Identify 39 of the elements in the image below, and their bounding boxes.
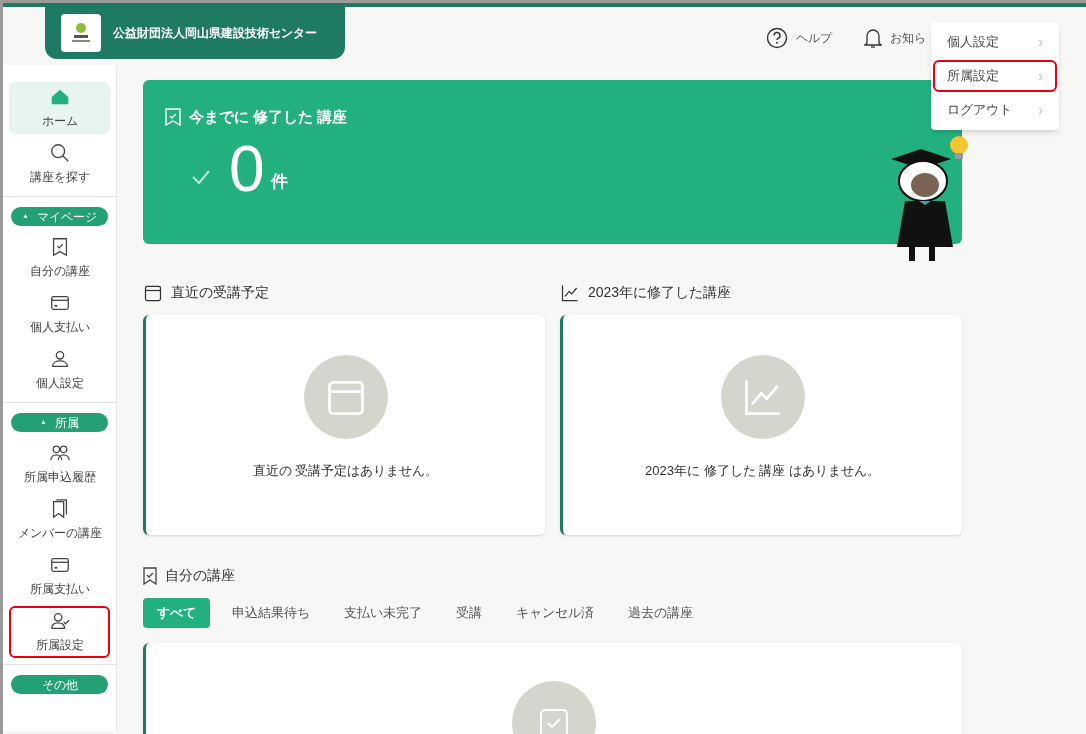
- empty-message: 2023年に 修了した 講座 はありません。: [645, 462, 880, 480]
- summary-title: 今までに 修了した 講座: [189, 107, 348, 127]
- menu-item[interactable]: ログアウト ›: [933, 94, 1057, 126]
- organization-name: 公益財団法人岡山県建設技術センター: [113, 25, 317, 42]
- section-title: 2023年に修了した講座: [588, 283, 732, 302]
- search-icon: [48, 142, 71, 164]
- chevron-icon: ›: [1038, 65, 1043, 87]
- sidebar-item[interactable]: 講座を探す: [9, 138, 110, 190]
- empty-message: 直近の 受講予定はありません。: [252, 462, 439, 480]
- sidebar-item[interactable]: 個人設定: [9, 344, 110, 396]
- sidebar-item[interactable]: 自分の講座: [9, 232, 110, 284]
- sidebar-item[interactable]: 所属設定: [9, 606, 110, 658]
- filter-tab[interactable]: キャンセル済: [504, 598, 606, 628]
- sidebar-item[interactable]: 個人支払い: [9, 288, 110, 340]
- person-check-icon: [48, 610, 71, 632]
- filter-tab[interactable]: 申込結果待ち: [220, 598, 322, 628]
- bookmark-check-icon: [143, 566, 157, 585]
- help-icon: [766, 27, 788, 49]
- check-icon: [191, 168, 211, 185]
- sidebar-item[interactable]: 所属支払い: [9, 550, 110, 602]
- chevron-icon: ›: [1038, 99, 1043, 121]
- sidebar-item[interactable]: ホーム: [9, 82, 110, 134]
- count-unit: 件: [270, 171, 288, 193]
- completed-count: 0: [229, 136, 265, 201]
- menu-item[interactable]: 個人設定 ›: [933, 26, 1057, 58]
- bookmark-check-icon: [165, 108, 181, 127]
- sidebar-item[interactable]: メンバーの講座: [9, 494, 110, 546]
- bell-icon: [864, 27, 882, 49]
- notifications-link[interactable]: お知ら: [864, 27, 926, 49]
- menu-item[interactable]: 所属設定 ›: [933, 60, 1057, 92]
- chevron-icon: ›: [1038, 31, 1043, 53]
- filter-tab[interactable]: 受講: [444, 598, 494, 628]
- filter-tab[interactable]: 過去の講座: [616, 598, 705, 628]
- section-title: 直近の受講予定: [171, 283, 269, 302]
- sidebar-item[interactable]: 所属申込履歴: [9, 438, 110, 490]
- section-title: 自分の講座: [165, 566, 235, 585]
- filter-tab[interactable]: 支払い未完了: [332, 598, 434, 628]
- logo-icon[interactable]: [61, 14, 101, 52]
- help-link[interactable]: ヘルプ: [766, 27, 832, 49]
